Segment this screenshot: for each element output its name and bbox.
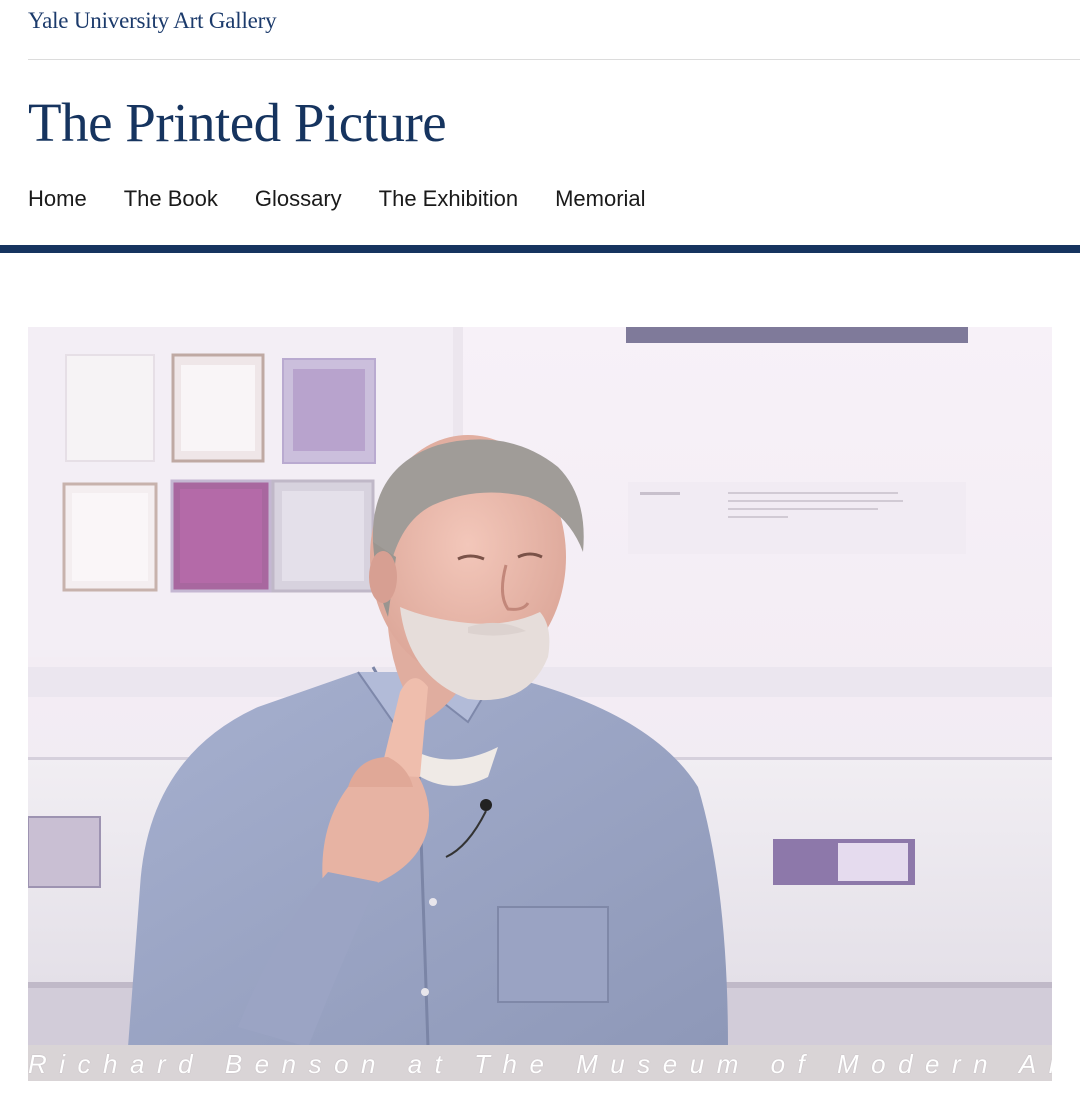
site-title[interactable]: The Printed Picture [28, 88, 447, 158]
nav-item-the-book[interactable]: The Book [124, 182, 218, 216]
video-caption: Richard Benson at The Museum of Modern A… [28, 1049, 1052, 1079]
nav-item-memorial[interactable]: Memorial [555, 182, 645, 216]
video-player[interactable]: Richard Benson at The Museum of Modern A… [28, 327, 1052, 1081]
nav-item-the-exhibition[interactable]: The Exhibition [379, 182, 518, 216]
video-still-image [28, 327, 1052, 1047]
top-bar: Yale University Art Gallery [28, 0, 1080, 60]
nav-divider [0, 245, 1080, 253]
nav-item-home[interactable]: Home [28, 182, 87, 216]
video-caption-bar: Richard Benson at The Museum of Modern A… [28, 1045, 1052, 1081]
main-nav: Home The Book Glossary The Exhibition Me… [28, 182, 683, 216]
gallery-home-link[interactable]: Yale University Art Gallery [28, 8, 277, 34]
nav-item-glossary[interactable]: Glossary [255, 182, 342, 216]
